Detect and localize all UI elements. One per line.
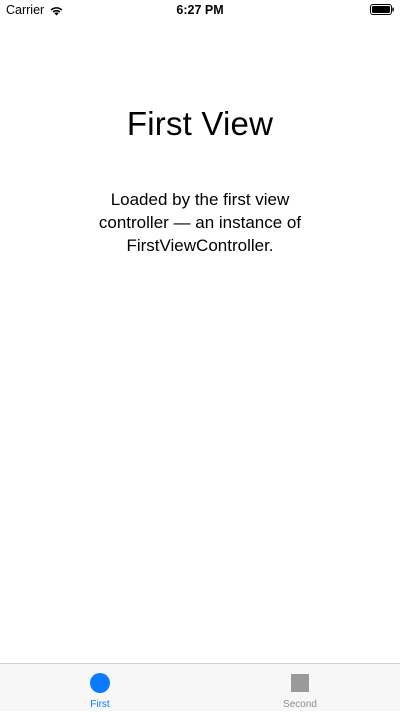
circle-icon <box>90 673 110 693</box>
tab-bar: First Second <box>0 663 400 711</box>
page-title: First View <box>126 105 274 142</box>
square-icon <box>291 674 309 692</box>
main-content: First View Loaded by the first view cont… <box>0 0 400 664</box>
description-text: Loaded by the first view controller — an… <box>98 190 302 255</box>
tab-second[interactable]: Second <box>200 664 400 712</box>
tab-second-label: Second <box>283 699 317 710</box>
tab-first[interactable]: First <box>0 664 200 712</box>
tab-first-label: First <box>90 699 110 710</box>
